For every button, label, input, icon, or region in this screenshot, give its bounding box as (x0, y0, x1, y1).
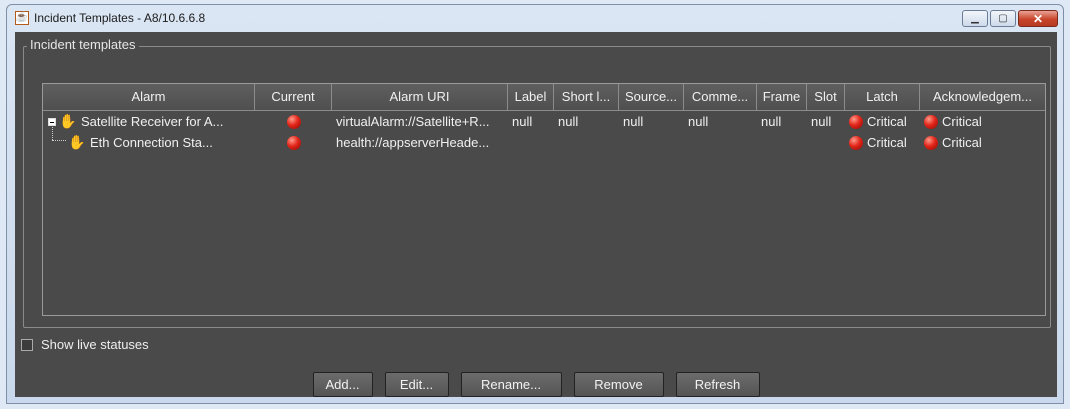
table-header: Alarm Current Alarm URI Label Short l...… (43, 84, 1045, 111)
collapse-toggle-icon[interactable] (48, 117, 56, 126)
column-header-acknowledgement[interactable]: Acknowledgem... (920, 84, 1045, 110)
column-header-frame[interactable]: Frame (757, 84, 807, 110)
window-title: Incident Templates - A8/10.6.6.8 (34, 11, 206, 25)
alarm-badge-icon: ✋ (68, 134, 86, 150)
source-cell: null (623, 114, 644, 129)
table-row[interactable]: ✋ Eth Connection Sta... health://appserv… (43, 132, 1045, 153)
close-button[interactable]: ✕ (1018, 10, 1058, 27)
column-header-source[interactable]: Source... (619, 84, 684, 110)
edit-button[interactable]: Edit... (384, 372, 449, 397)
ack-status: Critical (942, 135, 982, 150)
column-header-comment[interactable]: Comme... (684, 84, 757, 110)
ack-status-indicator (924, 135, 938, 150)
java-cup-icon: ☕ (15, 11, 29, 25)
slot-cell: null (811, 114, 832, 129)
minimize-icon: ▁ (971, 13, 979, 24)
show-live-statuses-option[interactable]: Show live statuses (21, 337, 149, 352)
refresh-button[interactable]: Refresh (675, 372, 760, 397)
show-live-statuses-label: Show live statuses (41, 337, 149, 352)
frame-cell (757, 132, 807, 153)
frame-cell: null (761, 114, 782, 129)
title-bar[interactable]: ☕ Incident Templates - A8/10.6.6.8 ▁ ▢ ✕ (7, 5, 1063, 31)
column-header-slot[interactable]: Slot (807, 84, 845, 110)
table-row[interactable]: ✋ Satellite Receiver for A... virtualAla… (43, 111, 1045, 132)
templates-table[interactable]: Alarm Current Alarm URI Label Short l...… (42, 83, 1046, 316)
alarm-badge-icon: ✋ (59, 113, 77, 129)
remove-button[interactable]: Remove (573, 372, 664, 397)
minimize-button[interactable]: ▁ (962, 10, 988, 27)
rename-button[interactable]: Rename... (460, 372, 562, 397)
incident-templates-window: ☕ Incident Templates - A8/10.6.6.8 ▁ ▢ ✕… (6, 4, 1064, 404)
column-header-alarm-uri[interactable]: Alarm URI (332, 84, 508, 110)
ack-status-indicator (924, 114, 938, 129)
maximize-button[interactable]: ▢ (990, 10, 1016, 27)
column-header-latch[interactable]: Latch (845, 84, 920, 110)
alarm-name: Satellite Receiver for A... (81, 114, 224, 129)
alarm-name: Eth Connection Sta... (90, 135, 213, 150)
latch-status-indicator (849, 135, 863, 150)
column-header-label[interactable]: Label (508, 84, 554, 110)
column-header-alarm[interactable]: Alarm (43, 84, 255, 110)
current-status-indicator (286, 135, 301, 150)
label-cell: null (512, 114, 533, 129)
maximize-icon: ▢ (998, 13, 1008, 24)
group-title: Incident templates (27, 37, 139, 52)
column-header-short-label[interactable]: Short l... (554, 84, 619, 110)
ack-status: Critical (942, 114, 982, 129)
short-label-cell: null (558, 114, 579, 129)
alarm-uri: health://appserverHeade... (336, 135, 490, 150)
short-label-cell (554, 132, 619, 153)
label-cell (508, 132, 554, 153)
latch-status: Critical (867, 114, 907, 129)
add-button[interactable]: Add... (312, 372, 373, 397)
column-header-current[interactable]: Current (255, 84, 332, 110)
latch-status-indicator (849, 114, 863, 129)
close-icon: ✕ (1032, 11, 1044, 26)
action-buttons: Add... Edit... Rename... Remove Refresh (15, 372, 1057, 397)
comment-cell: null (688, 114, 709, 129)
latch-status: Critical (867, 135, 907, 150)
source-cell (619, 132, 684, 153)
show-live-statuses-checkbox[interactable] (21, 338, 33, 351)
slot-cell (807, 132, 845, 153)
alarm-uri: virtualAlarm://Satellite+R... (336, 114, 490, 129)
current-status-indicator (286, 114, 301, 129)
dialog-client-area: Incident templates Alarm Current Alarm U… (15, 32, 1057, 397)
comment-cell (684, 132, 757, 153)
